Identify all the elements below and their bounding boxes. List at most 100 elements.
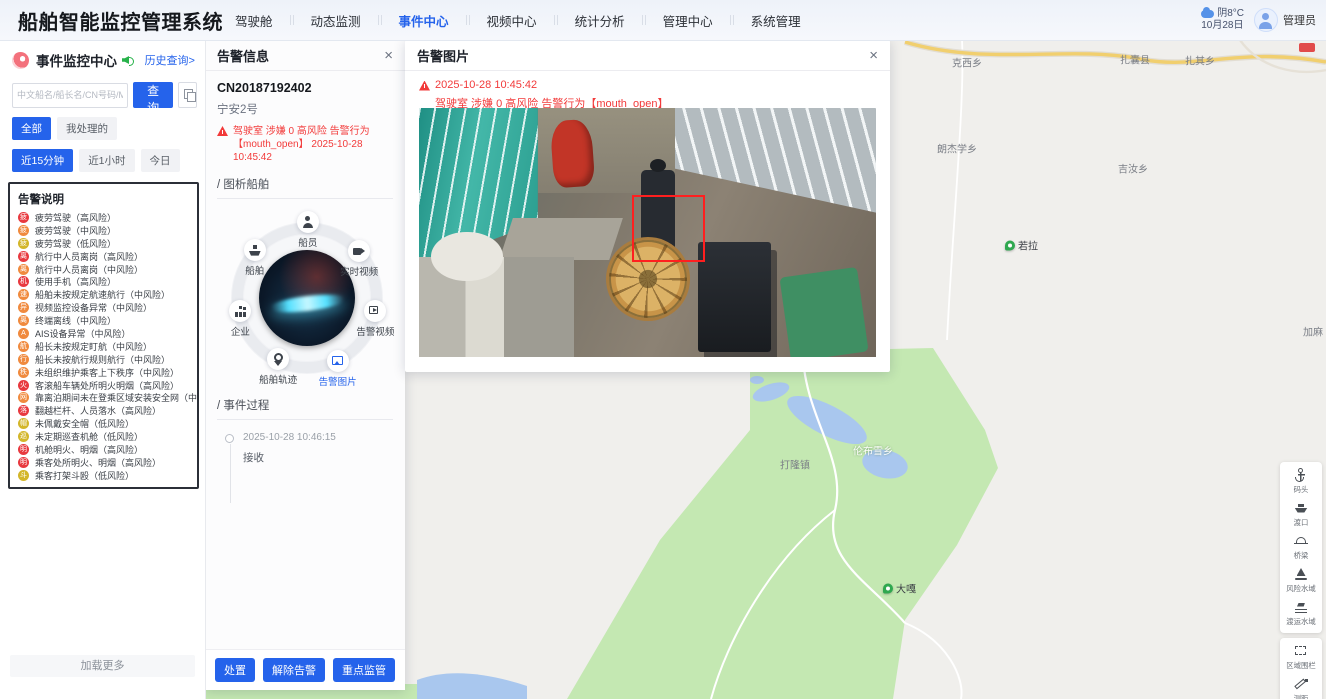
alarm-badge-icon: 速 — [18, 289, 29, 300]
alarm-label: 乘客处所明火、明烟（高风险） — [35, 456, 161, 469]
diagram-node-label: 告警图片 — [311, 374, 365, 388]
alarm-label: 翻越栏杆、人员落水（高风险） — [35, 404, 161, 417]
map-tool[interactable]: 桥梁 — [1282, 533, 1320, 562]
nav-item[interactable]: 统计分析 — [571, 11, 659, 30]
nav-item[interactable]: 事件中心 — [395, 11, 483, 30]
diagram-node[interactable]: 告警视频 — [348, 300, 402, 338]
detection-bounding-box — [632, 195, 705, 262]
sidebar-title: 事件监控中心 — [36, 50, 117, 70]
alarm-label: 终端离线（中风险） — [35, 314, 116, 327]
search-input[interactable] — [12, 83, 128, 108]
alarm-label: 未组织维护乘客上下秩序（中风险） — [35, 366, 179, 379]
alarm-legend-item: 火 客滚船车辆处所明火明烟（高风险） — [18, 379, 197, 392]
alarm-legend-item: 疲 疲劳驾驶（低风险） — [18, 237, 197, 250]
diagram-node[interactable]: 船员 — [281, 211, 335, 249]
ship-analysis-diagram: 船员 船舶 实时视频 — [217, 207, 397, 393]
map-tool-label: 渡口 — [1294, 517, 1309, 527]
alarm-legend-item: 秩 未组织维护乘客上下秩序（中风险） — [18, 366, 197, 379]
map-tool[interactable]: 渡运水域 — [1282, 599, 1320, 628]
poi-label: 若拉 — [1018, 238, 1038, 253]
alarm-label: 未定期巡查机舱（低风险） — [35, 430, 143, 443]
time-filter-chip[interactable]: 近1小时 — [79, 149, 134, 172]
close-icon[interactable]: × — [384, 48, 393, 63]
map-place-label: 伦布雪乡 — [853, 443, 893, 458]
map-poi-marker[interactable]: 大嘎 — [883, 581, 916, 596]
diagram-node[interactable]: 企业 — [213, 300, 267, 338]
photo-windows-right — [675, 108, 876, 213]
photo-machinery — [698, 242, 771, 352]
alert-photo[interactable] — [419, 108, 876, 357]
diagram-node[interactable]: 船舶轨迹 — [251, 348, 305, 386]
nav-item[interactable]: 系统管理 — [747, 11, 805, 30]
diagram-node-label: 企业 — [213, 324, 267, 338]
diagram-node-icon — [302, 216, 314, 228]
alarm-legend-item: 疲 疲劳驾驶（高风险） — [18, 211, 197, 224]
map-tool[interactable]: 测距 — [1282, 676, 1320, 699]
nav-separator — [466, 15, 467, 25]
alarm-legend-item: 明 机舱明火、明烟（高风险） — [18, 443, 197, 456]
poi-pin-icon — [1005, 240, 1015, 250]
map-place-label: 克西乡 — [952, 55, 982, 70]
nav-separator — [378, 15, 379, 25]
user-menu[interactable]: 管理员 — [1254, 8, 1316, 32]
nav-item[interactable]: 视频中心 — [483, 11, 571, 30]
nav-item[interactable]: 驾驶舱 — [231, 11, 307, 30]
map-tool-label: 风险水域 — [1286, 583, 1315, 593]
alarm-legend: 告警说明 疲 疲劳驾驶（高风险） 疲 疲劳驾驶（中风险） 疲 疲 — [8, 182, 199, 489]
map-tool[interactable]: 区域围栏 — [1282, 643, 1320, 672]
speaker-icon[interactable] — [122, 54, 135, 66]
alert-actions: 处置 解除告警 重点监管 — [205, 649, 405, 690]
alert-action-button[interactable]: 重点监管 — [333, 658, 395, 682]
alarm-badge-icon: 帽 — [18, 418, 29, 429]
alarm-label: 客滚船车辆处所明火明烟（高风险） — [35, 379, 179, 392]
time-filter-chip[interactable]: 近15分钟 — [12, 149, 73, 172]
alarm-badge-icon: 行 — [18, 354, 29, 365]
nav-item[interactable]: 动态监测 — [307, 11, 395, 30]
map-poi-marker[interactable]: 若拉 — [1005, 238, 1038, 253]
scope-filter-chip[interactable]: 我处理的 — [57, 117, 117, 140]
nav-separator — [730, 15, 731, 25]
copy-icon[interactable] — [178, 82, 197, 108]
diagram-node[interactable]: 船舶 — [228, 239, 282, 277]
load-more-button[interactable]: 加载更多 — [10, 655, 195, 677]
alarm-badge-icon: 明 — [18, 444, 29, 455]
user-name: 管理员 — [1283, 12, 1316, 28]
photo-red-jacket — [549, 119, 595, 189]
nav-separator — [642, 15, 643, 25]
scope-filter-chip[interactable]: 全部 — [12, 117, 51, 140]
time-filter-chip[interactable]: 今日 — [141, 149, 180, 172]
photo-console — [499, 218, 622, 260]
map-tool[interactable]: 风险水域 — [1282, 566, 1320, 595]
app-title: 船舶智能监控管理系统 — [18, 6, 223, 35]
weather-date: 10月28日 — [1201, 20, 1243, 32]
alarm-label: 航行中人员离岗（中风险） — [35, 263, 143, 276]
app-root: 克西乡 扎囊县 扎其乡 朗杰学乡 吉汝乡 打隆镇 伦布雪乡 加麻 若拉 — [0, 0, 1326, 699]
diagram-node[interactable]: 实时视频 — [332, 240, 386, 278]
map-tool[interactable]: 码头 — [1282, 467, 1320, 496]
map-place-label: 扎其乡 — [1185, 53, 1215, 68]
alarm-legend-item: 帽 未佩戴安全帽（低风险） — [18, 417, 197, 430]
photo-crates — [419, 257, 574, 357]
query-button[interactable]: 查询 — [133, 82, 173, 108]
alarm-badge-icon: 航 — [18, 341, 29, 352]
history-query-link[interactable]: 历史查询> — [145, 52, 195, 68]
map-tool[interactable]: 渡口 — [1282, 500, 1320, 529]
map-edit-tools: 区域围栏 测距 删除 — [1280, 638, 1322, 699]
photo-green-tarp — [779, 267, 868, 357]
map-toolbar: 码头 渡口 桥梁 风险水域 — [1280, 462, 1322, 699]
route-badge — [1299, 43, 1315, 52]
diagram-node-icon — [234, 305, 246, 317]
alert-action-button[interactable]: 处置 — [215, 658, 255, 682]
close-icon[interactable]: × — [869, 48, 878, 63]
nav-separator — [290, 15, 291, 25]
diagram-node[interactable]: 告警图片 — [311, 350, 365, 388]
alarm-badge-icon: 离 — [18, 251, 29, 262]
alert-image-time: 2025-10-28 10:45:42 — [435, 79, 537, 91]
nav-item[interactable]: 管理中心 — [659, 11, 747, 30]
map-place-label: 加麻 — [1303, 324, 1323, 339]
alarm-label: 机舱明火、明烟（高风险） — [35, 443, 143, 456]
alarm-legend-item: 异 视频监控设备异常（中风险） — [18, 301, 197, 314]
alarm-legend-item: 巡 未定期巡查机舱（低风险） — [18, 430, 197, 443]
map-place-label: 打隆镇 — [780, 457, 810, 472]
alert-action-button[interactable]: 解除告警 — [263, 658, 325, 682]
